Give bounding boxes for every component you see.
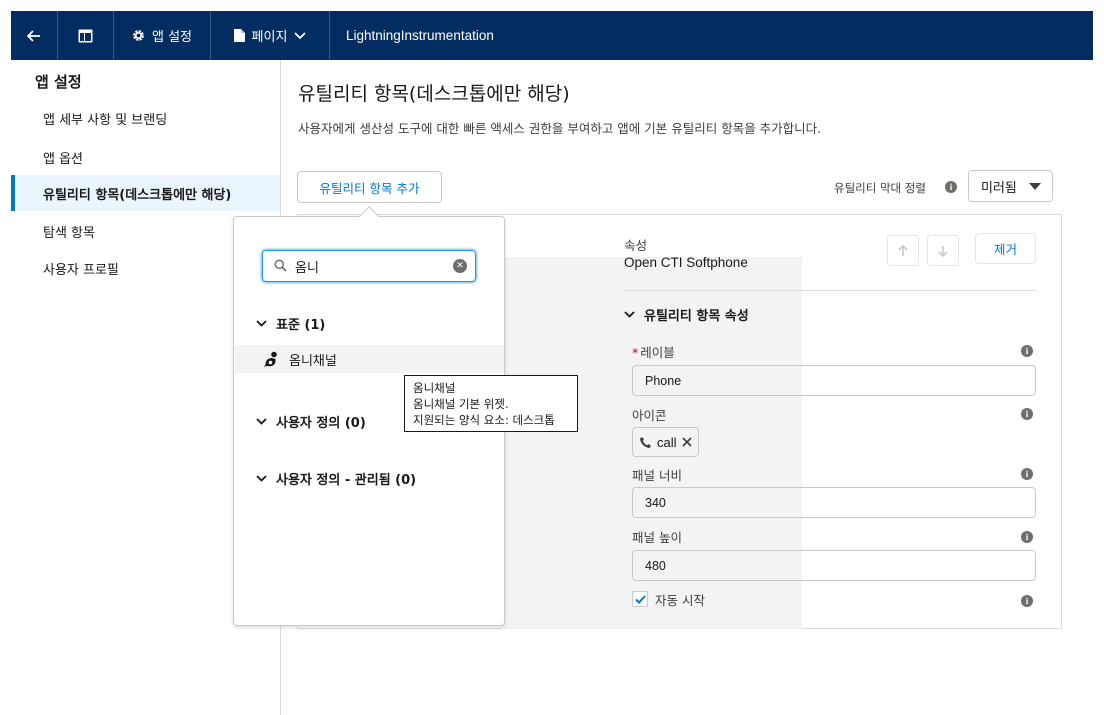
search-icon: [274, 259, 287, 272]
clear-icon[interactable]: ✕: [453, 259, 467, 273]
info-icon[interactable]: i: [1021, 595, 1033, 607]
page-description: 사용자에게 생산성 도구에 대한 빠른 액세스 권한을 부여하고 앱에 기본 유…: [298, 121, 822, 136]
required-marker: *: [632, 345, 639, 360]
checkmark-icon: [634, 594, 646, 604]
panel-height-label: 패널 높이: [632, 530, 682, 545]
panel-width-label: 패널 너비: [632, 468, 682, 483]
page-title: 유틸리티 항목(데스크톱에만 해당): [298, 83, 570, 105]
info-icon[interactable]: i: [1021, 345, 1033, 357]
page-menu-label: 페이지: [251, 30, 288, 45]
sidebar-item-label: 앱 옵션: [43, 151, 84, 167]
arrow-down-icon: [938, 245, 948, 257]
utility-result-omni-channel[interactable]: 옴니채널: [235, 345, 504, 373]
group-custom-toggle[interactable]: 사용자 정의 (0): [256, 412, 366, 431]
page-icon: [233, 29, 245, 42]
app-settings-label: 앱 설정: [151, 30, 192, 45]
sidebar-item-app-options[interactable]: 앱 옵션: [11, 139, 280, 175]
tooltip-description: 옴니채널 기본 위젯.: [413, 397, 509, 411]
selected-utility-name: Open CTI Softphone: [624, 255, 748, 270]
gear-icon: [133, 30, 144, 41]
properties-caption: 속성: [624, 238, 648, 253]
phone-icon: [640, 436, 651, 448]
utility-bar-alignment-select[interactable]: 미러됨: [968, 170, 1053, 202]
app-title: LightningInstrumentation: [346, 28, 494, 43]
chevron-down-icon: [256, 320, 267, 327]
autostart-checkbox[interactable]: [632, 591, 648, 607]
layout-icon: [78, 29, 93, 42]
popover-nub: [359, 206, 379, 226]
tooltip-title: 옴니채널: [413, 381, 456, 395]
move-down-button[interactable]: [927, 235, 959, 266]
label-field-label-text: 레이블: [640, 345, 675, 360]
layout-button[interactable]: [58, 11, 114, 60]
group-label: 사용자 정의 (0): [276, 416, 366, 431]
result-label: 옴니채널: [289, 353, 337, 369]
chevron-down-icon: [624, 311, 635, 318]
sidebar-item-utility-items[interactable]: 유틸리티 항목(데스크톱에만 해당): [11, 175, 280, 211]
group-label: 표준 (1): [276, 318, 326, 333]
group-label: 사용자 정의 - 관리됨 (0): [276, 473, 417, 488]
app-header-bar: 앱 설정 페이지 LightningInstrumentation: [11, 11, 1093, 60]
omni-channel-tooltip: 옴니채널 옴니채널 기본 위젯. 지원되는 양식 요소: 데스크톱: [404, 375, 578, 432]
omni-channel-icon: [264, 351, 277, 366]
back-button[interactable]: [11, 11, 58, 60]
utility-properties-section-toggle[interactable]: 유틸리티 항목 속성: [624, 305, 749, 324]
info-icon[interactable]: i: [1021, 468, 1033, 480]
back-arrow-icon: [27, 29, 40, 42]
autostart-label: 자동 시작: [655, 593, 705, 608]
panel-height-input[interactable]: 480: [632, 550, 1036, 581]
sidebar-item-app-details[interactable]: 앱 세부 사항 및 브랜딩: [11, 100, 280, 136]
alignment-select-value: 미러됨: [981, 180, 1017, 196]
info-icon[interactable]: i: [945, 181, 957, 193]
label-input[interactable]: Phone: [632, 365, 1036, 396]
group-custom-managed-toggle[interactable]: 사용자 정의 - 관리됨 (0): [256, 469, 416, 488]
section-title: 유틸리티 항목 속성: [644, 309, 749, 324]
icon-field-label: 아이콘: [632, 408, 667, 423]
tooltip-supported-forms: 지원되는 양식 요소: 데스크톱: [413, 413, 555, 427]
chevron-down-icon: [256, 418, 267, 425]
chevron-down-icon: [294, 31, 307, 39]
page-menu-button[interactable]: 페이지: [211, 11, 330, 60]
move-up-button[interactable]: [887, 235, 919, 266]
group-standard-toggle[interactable]: 표준 (1): [256, 314, 325, 333]
remove-button[interactable]: 제거: [975, 233, 1036, 264]
info-icon[interactable]: i: [1021, 531, 1033, 543]
sidebar-item-label: 유틸리티 항목(데스크톱에만 해당): [43, 187, 232, 203]
search-input[interactable]: 옴니 ✕: [262, 250, 476, 282]
caret-down-icon: [1029, 183, 1041, 190]
icon-selection-pill[interactable]: call: [632, 427, 699, 457]
sidebar-item-label: 탐색 항목: [43, 225, 95, 241]
close-icon[interactable]: [681, 437, 692, 447]
search-value: 옴니: [295, 260, 319, 276]
panel-width-input[interactable]: 340: [632, 487, 1036, 518]
arrow-up-icon: [898, 244, 908, 256]
label-field-label: * 레이블: [632, 342, 675, 361]
divider: [624, 290, 1036, 291]
utility-bar-alignment-label: 유틸리티 막대 정렬: [834, 181, 926, 195]
app-settings-button[interactable]: 앱 설정: [114, 11, 211, 60]
add-utility-item-button[interactable]: 유틸리티 항목 추가: [297, 171, 442, 203]
icon-value: call: [657, 434, 677, 450]
info-icon[interactable]: i: [1021, 408, 1033, 420]
sidebar-item-label: 사용자 프로필: [43, 262, 119, 278]
sidebar-heading: 앱 설정: [35, 73, 82, 91]
sidebar-item-label: 앱 세부 사항 및 브랜딩: [43, 112, 168, 128]
chevron-down-icon: [256, 475, 267, 482]
